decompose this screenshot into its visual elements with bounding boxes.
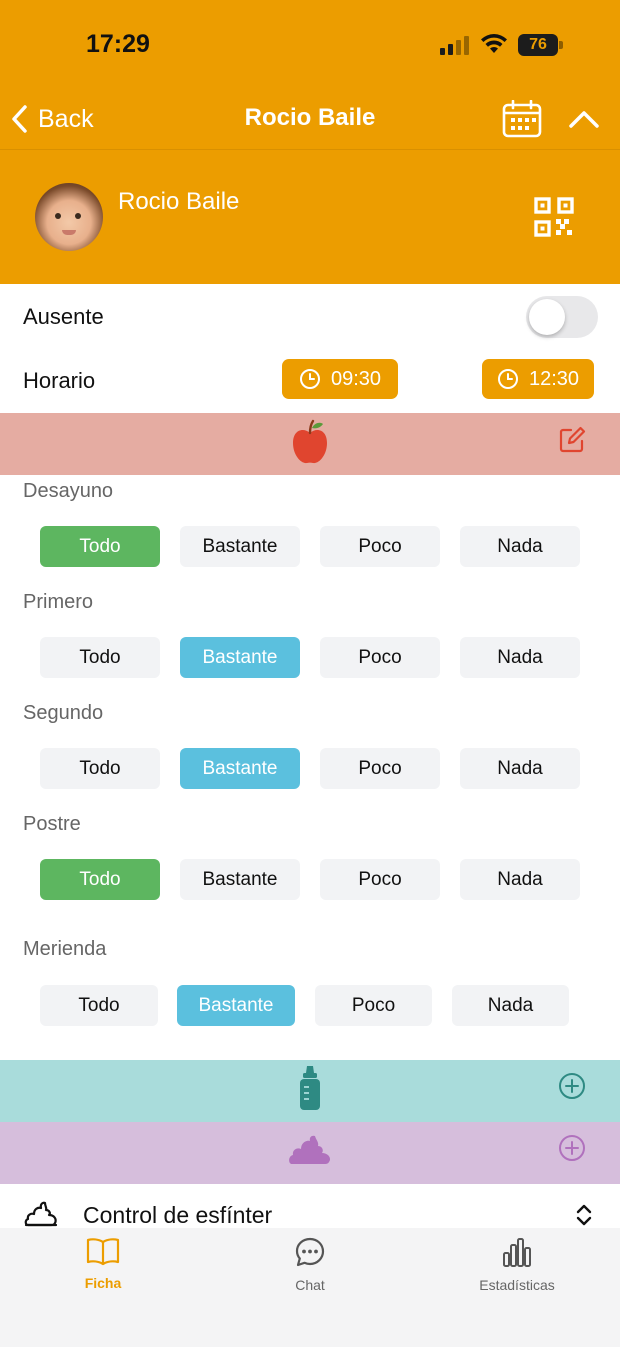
apple-icon — [293, 419, 327, 464]
tab-estadisticas[interactable]: Estadísticas — [447, 1236, 587, 1293]
chevron-up-down-icon[interactable] — [574, 1203, 594, 1227]
chat-icon — [295, 1237, 325, 1267]
postre-option-bastante[interactable]: Bastante — [180, 859, 300, 900]
postre-option-nada[interactable]: Nada — [460, 859, 580, 900]
diaper-section-header[interactable] — [0, 1122, 620, 1184]
meal-label-segundo: Segundo — [23, 702, 104, 724]
desayuno-option-nada[interactable]: Nada — [460, 526, 580, 567]
wifi-icon — [481, 34, 507, 53]
bar-chart-icon — [503, 1238, 531, 1267]
tab-chat[interactable]: Chat — [240, 1236, 380, 1293]
desayuno-option-poco[interactable]: Poco — [320, 526, 440, 567]
primero-option-todo[interactable]: Todo — [40, 637, 160, 678]
schedule-label: Horario — [23, 368, 96, 393]
qr-code-icon[interactable] — [534, 197, 574, 237]
cellular-signal-icon — [440, 36, 472, 55]
clock-icon — [299, 369, 320, 389]
add-circle-icon[interactable] — [558, 1072, 586, 1100]
primero-option-bastante[interactable]: Bastante — [180, 637, 300, 678]
avatar — [35, 183, 103, 251]
meal-label-desayuno: Desayuno — [23, 480, 114, 502]
tab-ficha[interactable]: Ficha — [33, 1236, 173, 1291]
calendar-icon[interactable] — [502, 100, 542, 138]
status-time: 17:29 — [86, 30, 150, 58]
nav-divider — [0, 149, 620, 150]
meal-label-postre: Postre — [23, 813, 81, 835]
end-time-button[interactable]: 12:30 — [482, 359, 594, 399]
poop-icon — [289, 1135, 331, 1164]
meal-label-merienda: Merienda — [23, 938, 107, 960]
start-time-value: 09:30 — [330, 367, 382, 390]
tab-label: Chat — [295, 1277, 325, 1293]
desayuno-option-bastante[interactable]: Bastante — [180, 526, 300, 567]
chevron-up-icon[interactable] — [568, 108, 600, 130]
desayuno-option-todo[interactable]: Todo — [40, 526, 160, 567]
clock-icon — [497, 369, 518, 389]
add-circle-icon[interactable] — [558, 1134, 586, 1162]
primero-option-nada[interactable]: Nada — [460, 637, 580, 678]
segundo-option-poco[interactable]: Poco — [320, 748, 440, 789]
meal-label-primero: Primero — [23, 591, 94, 613]
segundo-option-nada[interactable]: Nada — [460, 748, 580, 789]
primero-option-poco[interactable]: Poco — [320, 637, 440, 678]
tab-label: Estadísticas — [479, 1277, 555, 1293]
postre-option-poco[interactable]: Poco — [320, 859, 440, 900]
edit-icon[interactable] — [558, 426, 586, 454]
poop-outline-icon — [24, 1201, 58, 1227]
merienda-option-poco[interactable]: Poco — [315, 985, 432, 1026]
child-name: Rocio Baile — [118, 188, 240, 215]
battery-icon: 76 — [518, 34, 564, 56]
tab-label: Ficha — [84, 1275, 122, 1291]
battery-level: 76 — [529, 36, 547, 53]
book-icon — [86, 1238, 120, 1266]
postre-option-todo[interactable]: Todo — [40, 859, 160, 900]
merienda-option-todo[interactable]: Todo — [40, 985, 158, 1026]
end-time-value: 12:30 — [528, 367, 580, 390]
bottle-section-header[interactable] — [0, 1060, 620, 1122]
segundo-option-todo[interactable]: Todo — [40, 748, 160, 789]
absent-label: Ausente — [23, 304, 104, 329]
merienda-option-nada[interactable]: Nada — [452, 985, 569, 1026]
merienda-option-bastante[interactable]: Bastante — [177, 985, 295, 1026]
food-section-header[interactable] — [0, 413, 620, 475]
header: 17:29 76 Back Rocio Baile Rocio Baile — [0, 0, 620, 284]
baby-bottle-icon — [300, 1066, 320, 1110]
segundo-option-bastante[interactable]: Bastante — [180, 748, 300, 789]
start-time-button[interactable]: 09:30 — [282, 359, 398, 399]
sphincter-control-label: Control de esfínter — [83, 1202, 273, 1228]
absent-toggle[interactable] — [526, 296, 598, 338]
